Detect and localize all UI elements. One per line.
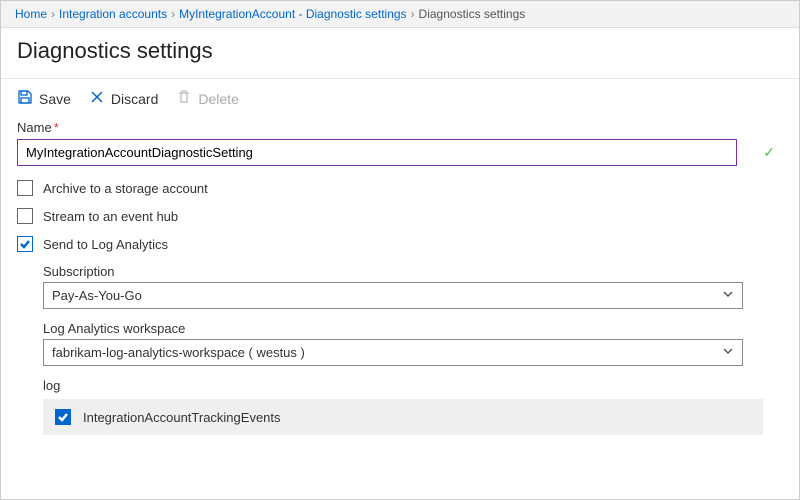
chevron-right-icon: › [171, 7, 175, 21]
chevron-right-icon: › [51, 7, 55, 21]
workspace-value: fabrikam-log-analytics-workspace ( westu… [52, 345, 305, 360]
save-icon [17, 89, 33, 108]
toolbar: Save Discard Delete [1, 79, 799, 120]
form-content: Name* ✓ Archive to a storage account Str… [1, 120, 799, 435]
name-input[interactable] [17, 139, 737, 166]
breadcrumb-account-diagnostic[interactable]: MyIntegrationAccount - Diagnostic settin… [179, 7, 406, 21]
breadcrumb: Home › Integration accounts › MyIntegrat… [1, 1, 799, 28]
workspace-label: Log Analytics workspace [43, 321, 783, 336]
save-button[interactable]: Save [17, 89, 71, 108]
stream-checkbox[interactable] [17, 208, 33, 224]
breadcrumb-integration-accounts[interactable]: Integration accounts [59, 7, 167, 21]
subscription-select[interactable]: Pay-As-You-Go [43, 282, 743, 309]
discard-button[interactable]: Discard [89, 89, 158, 108]
log-category-label: IntegrationAccountTrackingEvents [83, 410, 281, 425]
send-log-analytics-checkbox[interactable] [17, 236, 33, 252]
log-section-label: log [43, 378, 783, 393]
chevron-down-icon [722, 345, 734, 360]
required-indicator: * [54, 120, 59, 135]
chevron-down-icon [722, 288, 734, 303]
breadcrumb-current: Diagnostics settings [419, 7, 526, 21]
delete-button: Delete [176, 89, 238, 108]
chevron-right-icon: › [411, 7, 415, 21]
page-title: Diagnostics settings [1, 28, 799, 78]
trash-icon [176, 89, 192, 108]
name-label: Name* [17, 120, 783, 135]
log-category-row: IntegrationAccountTrackingEvents [43, 399, 763, 435]
stream-label: Stream to an event hub [43, 209, 178, 224]
breadcrumb-home[interactable]: Home [15, 7, 47, 21]
subscription-value: Pay-As-You-Go [52, 288, 142, 303]
archive-checkbox[interactable] [17, 180, 33, 196]
workspace-select[interactable]: fabrikam-log-analytics-workspace ( westu… [43, 339, 743, 366]
discard-label: Discard [111, 91, 158, 107]
delete-label: Delete [198, 91, 238, 107]
close-icon [89, 89, 105, 108]
send-log-analytics-label: Send to Log Analytics [43, 237, 168, 252]
log-category-checkbox[interactable] [55, 409, 71, 425]
subscription-label: Subscription [43, 264, 783, 279]
archive-label: Archive to a storage account [43, 181, 208, 196]
checkmark-icon: ✓ [763, 144, 775, 161]
save-label: Save [39, 91, 71, 107]
